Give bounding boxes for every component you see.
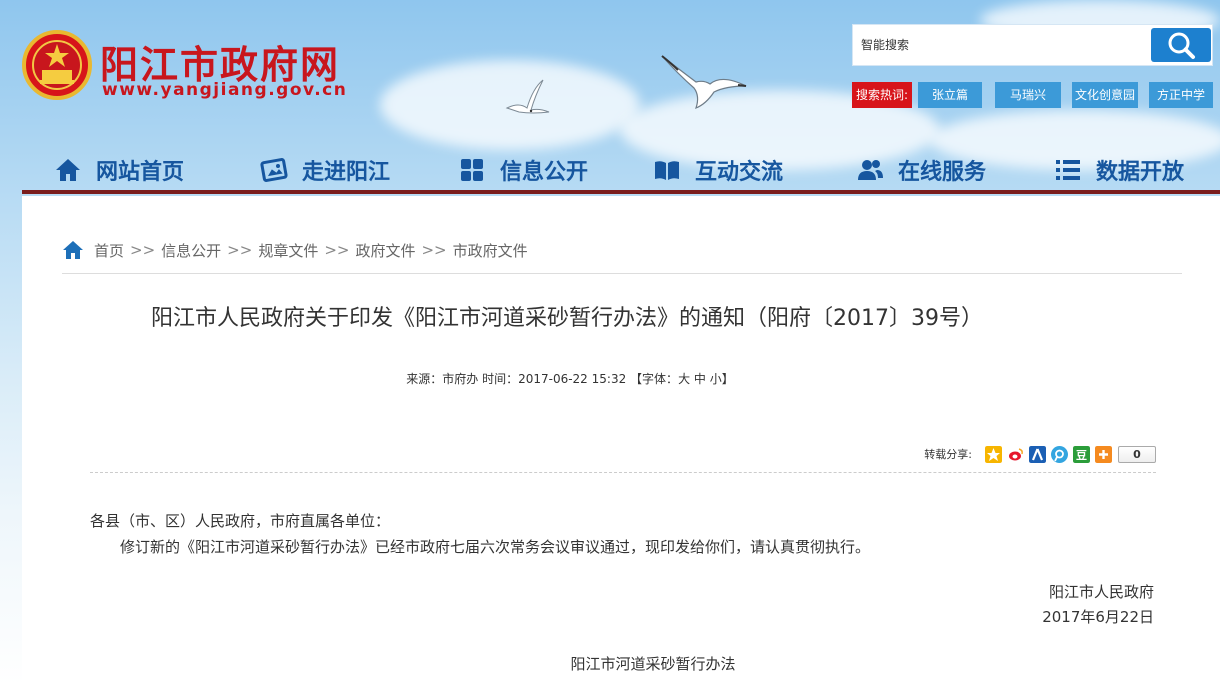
source-label: 来源： [406, 372, 443, 386]
search-icon [1168, 32, 1195, 59]
breadcrumb-separator: >> [421, 241, 447, 259]
article-meta: 来源：市府办 时间：2017-06-22 15:32 【字体：大 中 小】 [22, 370, 1118, 387]
national-emblem-icon [22, 30, 92, 100]
list-icon [1056, 160, 1080, 180]
nav-item-about[interactable]: 走进阳江 [260, 150, 390, 190]
seagull-decoration [505, 79, 550, 114]
nav-item-interaction[interactable]: 互动交流 [653, 150, 783, 190]
search-input[interactable] [853, 25, 1151, 65]
qzone-icon[interactable] [985, 445, 1002, 463]
breadcrumb-item[interactable]: 信息公开 [161, 240, 221, 261]
nav-label: 数据开放 [1096, 160, 1185, 185]
hotwords-label: 搜索热词: [852, 82, 912, 108]
breadcrumb-separator: >> [227, 241, 253, 259]
attachment-title: 阳江市河道采砂暂行办法 [570, 655, 736, 673]
tqq-icon[interactable] [1051, 445, 1068, 463]
nav-label: 网站首页 [96, 160, 185, 185]
hotword-link[interactable]: 马瑞兴 [995, 82, 1061, 108]
share-bar: 转载分享: 豆 0 [924, 444, 1156, 464]
nav-item-online-services[interactable]: 在线服务 [856, 150, 986, 190]
breadcrumb-item[interactable]: 首页 [94, 240, 124, 261]
breadcrumb-separator: >> [324, 241, 350, 259]
breadcrumb-separator: >> [130, 241, 156, 259]
grid-icon [461, 159, 483, 181]
hotword-link[interactable]: 张立篇 [918, 82, 982, 108]
nav-item-open-data[interactable]: 数据开放 [1054, 150, 1184, 190]
home-icon[interactable] [62, 239, 84, 261]
douban-icon[interactable]: 豆 [1073, 445, 1090, 463]
breadcrumb: 首页 >> 信息公开 >> 规章文件 >> 政府文件 >> 市政府文件 [62, 239, 528, 261]
book-icon [655, 161, 679, 180]
nav-label: 信息公开 [500, 160, 589, 185]
nav-divider [22, 190, 1220, 194]
search-box [852, 24, 1213, 66]
nav-item-info-disclosure[interactable]: 信息公开 [458, 150, 588, 190]
hotword-link[interactable]: 文化创意园 [1072, 82, 1138, 108]
share-label: 转载分享: [924, 448, 972, 461]
renren-icon[interactable] [1029, 445, 1046, 463]
article-container: 首页 >> 信息公开 >> 规章文件 >> 政府文件 >> 市政府文件 阳江市人… [22, 196, 1220, 685]
weibo-icon[interactable] [1007, 445, 1024, 463]
nav-item-home[interactable]: 网站首页 [54, 150, 184, 190]
article-body: 各县（市、区）人民政府，市府直属各单位： 修订新的《阳江市河道采砂暂行办法》已经… [90, 508, 870, 560]
time-value: 2017-06-22 15:32 [518, 372, 627, 386]
font-size-large-button[interactable]: 大 [678, 372, 690, 386]
article-paragraph: 修订新的《阳江市河道采砂暂行办法》已经市政府七届六次常务会议审议通过，现印发给你… [120, 538, 871, 556]
users-icon [858, 160, 883, 180]
svg-text:豆: 豆 [1076, 449, 1087, 462]
site-header: 阳江市政府网 www.yangjiang.gov.cn 搜索热词: 张立篇 马瑞… [0, 0, 1220, 196]
home-icon [56, 159, 80, 181]
breadcrumb-item[interactable]: 市政府文件 [453, 240, 528, 261]
site-url[interactable]: www.yangjiang.gov.cn [102, 80, 347, 100]
signature-date: 2017年6月22日 [1042, 608, 1154, 626]
more-share-icon[interactable] [1095, 445, 1112, 463]
nav-label: 在线服务 [898, 160, 987, 185]
time-label: 时间： [482, 372, 519, 386]
search-button[interactable] [1151, 28, 1211, 62]
font-size-label: 【字体： [630, 372, 679, 386]
article-title: 阳江市人民政府关于印发《阳江市河道采砂暂行办法》的通知（阳府〔2017〕39号） [151, 306, 983, 331]
source-value: 市府办 [442, 372, 479, 386]
seagull-decoration [661, 55, 747, 110]
share-count: 0 [1118, 445, 1156, 463]
signer-name: 阳江市人民政府 [1048, 583, 1154, 601]
hotword-link[interactable]: 方正中学 [1149, 82, 1213, 108]
font-size-medium-button[interactable]: 中 [694, 372, 706, 386]
breadcrumb-item[interactable]: 规章文件 [258, 240, 318, 261]
breadcrumb-divider [62, 273, 1182, 274]
nav-label: 互动交流 [695, 160, 784, 185]
font-size-small-button[interactable]: 小 [710, 372, 722, 386]
article-signature: 阳江市人民政府 2017年6月22日 [1042, 580, 1154, 630]
article-salutation: 各县（市、区）人民政府，市府直属各单位： [90, 512, 391, 530]
breadcrumb-item[interactable]: 政府文件 [355, 240, 415, 261]
main-nav: 网站首页 走进阳江 信息公开 互动交流 在线服务 数据开放 [22, 150, 1220, 194]
share-divider [90, 472, 1156, 473]
nav-label: 走进阳江 [302, 160, 391, 185]
picture-icon [260, 158, 288, 182]
font-size-end: 】 [721, 372, 734, 386]
